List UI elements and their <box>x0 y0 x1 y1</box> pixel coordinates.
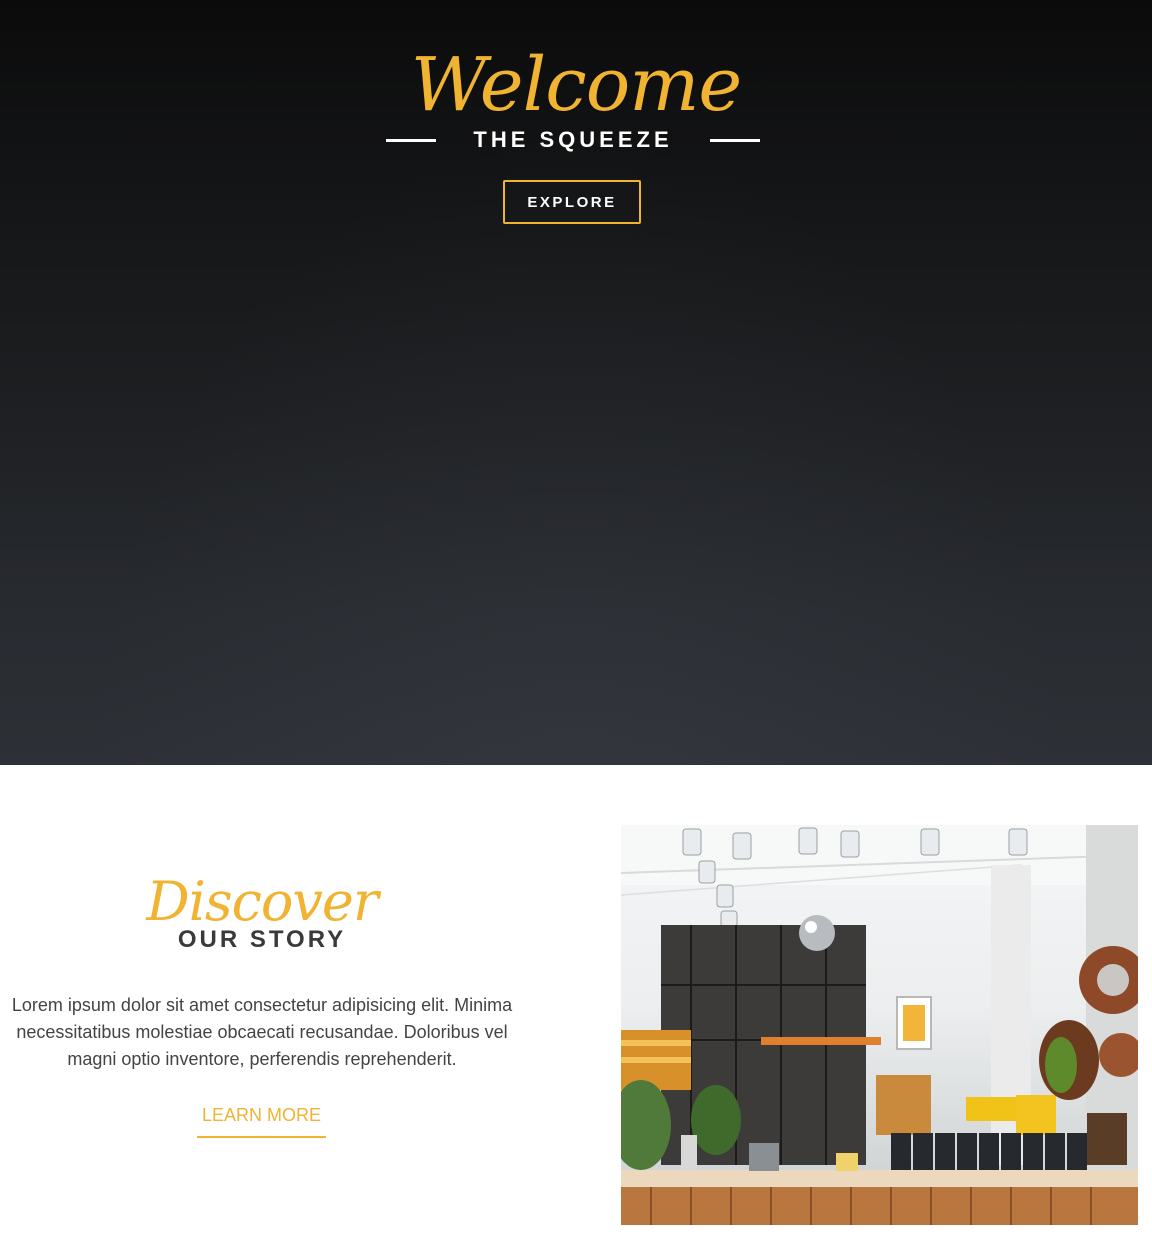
story-title: OUR STORY <box>177 926 347 953</box>
hero-divider-right <box>710 139 760 142</box>
explore-button[interactable]: EXPLORE <box>503 180 641 224</box>
cafe-interior-photo <box>621 825 1138 1225</box>
story-body-text: Lorem ipsum dolor sit amet consectetur a… <box>11 995 513 1069</box>
learn-more-link[interactable]: LEARN MORE <box>197 1098 326 1138</box>
hero-subtitle-row: THE SQUEEZE <box>386 124 760 156</box>
hero-subtitle: THE SQUEEZE <box>473 127 673 152</box>
hero-section: Welcome THE SQUEEZE EXPLORE <box>0 0 1152 765</box>
